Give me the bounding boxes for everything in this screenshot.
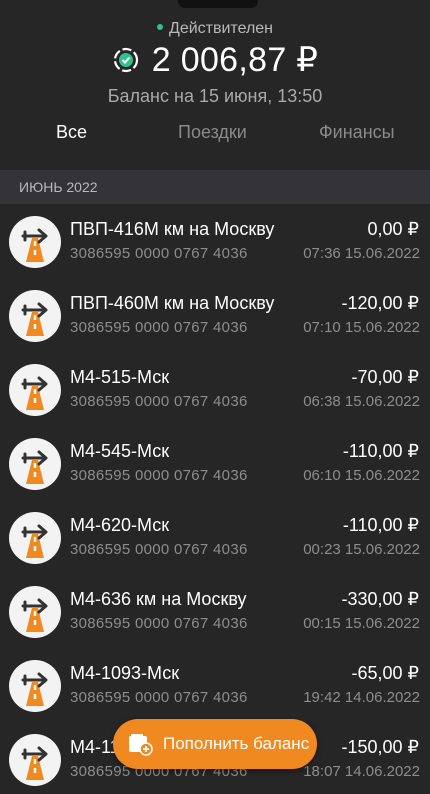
status-label: Действителен (0, 20, 430, 38)
transaction-datetime: 00:23 15.06.2022 (303, 541, 420, 558)
transaction-amount: -150,00 ₽ (341, 737, 419, 757)
transaction-datetime: 07:36 15.06.2022 (303, 245, 420, 262)
transaction-title: М4-515-Мск (70, 367, 170, 387)
transaction-title: М4-636 км на Москву (70, 589, 247, 609)
transaction-amount: -110,00 ₽ (342, 441, 419, 461)
transaction-datetime: 19:42 14.06.2022 (303, 689, 420, 706)
top-up-balance-label: Пополнить баланс (163, 734, 310, 753)
transaction-row[interactable]: М4-620-Мск 3086595 0000 0767 4036 -110,0… (0, 500, 430, 574)
transaction-amount: -110,00 ₽ (342, 515, 419, 535)
tab-finances[interactable]: Финансы (319, 122, 395, 143)
transaction-title: ПВП-460М км на Москву (70, 293, 275, 313)
camera-notch (178, 0, 258, 8)
balance-header: Действителен 2 006,87 ₽ Баланс на 15 июн… (0, 0, 430, 170)
toll-road-icon (9, 734, 61, 786)
transaction-datetime: 18:07 14.06.2022 (303, 763, 420, 780)
transaction-row[interactable]: ПВП-416М км на Москву 3086595 0000 0767 … (0, 204, 430, 278)
transaction-row[interactable]: М4-545-Мск 3086595 0000 0767 4036 -110,0… (0, 426, 430, 500)
transaction-title: М4-620-Мск (70, 515, 170, 535)
toll-road-icon (9, 438, 61, 490)
transaction-card-number: 3086595 0000 0767 4036 (70, 393, 248, 410)
transaction-row[interactable]: М4-1093-Мск 3086595 0000 0767 4036 -65,0… (0, 648, 430, 722)
transaction-datetime: 06:10 15.06.2022 (303, 467, 420, 484)
transaction-amount: -70,00 ₽ (351, 367, 420, 387)
verified-badge-icon (113, 47, 138, 73)
toll-road-icon (9, 364, 61, 416)
tab-all[interactable]: Все (56, 122, 87, 143)
filter-tabs: Все Поездки Финансы (0, 122, 430, 148)
transaction-amount: 0,00 ₽ (367, 219, 420, 239)
transaction-amount: -65,00 ₽ (351, 663, 420, 683)
month-header: ИЮНЬ 2022 (0, 170, 430, 204)
transaction-row[interactable]: М4-636 км на Москву 3086595 0000 0767 40… (0, 574, 430, 648)
toll-road-icon (9, 660, 61, 712)
wallet-plus-icon (129, 734, 153, 756)
toll-road-icon (9, 586, 61, 638)
transaction-list: ПВП-416М км на Москву 3086595 0000 0767 … (0, 204, 430, 794)
transaction-card-number: 3086595 0000 0767 4036 (70, 615, 248, 632)
transaction-card-number: 3086595 0000 0767 4036 (70, 245, 248, 262)
status-dot-icon (156, 23, 163, 30)
top-up-balance-button[interactable]: Пополнить баланс (113, 719, 317, 769)
transaction-amount: -120,00 ₽ (341, 293, 419, 313)
toll-road-icon (9, 512, 61, 564)
transaction-card-number: 3086595 0000 0767 4036 (70, 541, 248, 558)
transaction-title: М4-1093-Мск (70, 663, 180, 683)
balance-row: 2 006,87 ₽ (0, 40, 430, 80)
status-text: Действителен (168, 20, 274, 37)
transaction-card-number: 3086595 0000 0767 4036 (70, 467, 248, 484)
transaction-amount: -330,00 ₽ (341, 589, 419, 609)
transaction-datetime: 07:10 15.06.2022 (303, 319, 420, 336)
transaction-datetime: 06:38 15.06.2022 (303, 393, 420, 410)
transaction-card-number: 3086595 0000 0767 4036 (70, 689, 248, 706)
transaction-datetime: 00:15 15.06.2022 (303, 615, 420, 632)
transaction-title: М4-545-Мск (70, 441, 170, 461)
balance-date: Баланс на 15 июня, 13:50 (107, 86, 323, 106)
transaction-row[interactable]: М4-515-Мск 3086595 0000 0767 4036 -70,00… (0, 352, 430, 426)
toll-road-icon (9, 216, 61, 268)
transaction-row[interactable]: ПВП-460М км на Москву 3086595 0000 0767 … (0, 278, 430, 352)
transaction-title: ПВП-416М км на Москву (70, 219, 275, 239)
transaction-card-number: 3086595 0000 0767 4036 (70, 319, 248, 336)
toll-road-icon (9, 290, 61, 342)
balance-amount: 2 006,87 ₽ (151, 41, 319, 79)
tab-trips[interactable]: Поездки (178, 122, 247, 143)
